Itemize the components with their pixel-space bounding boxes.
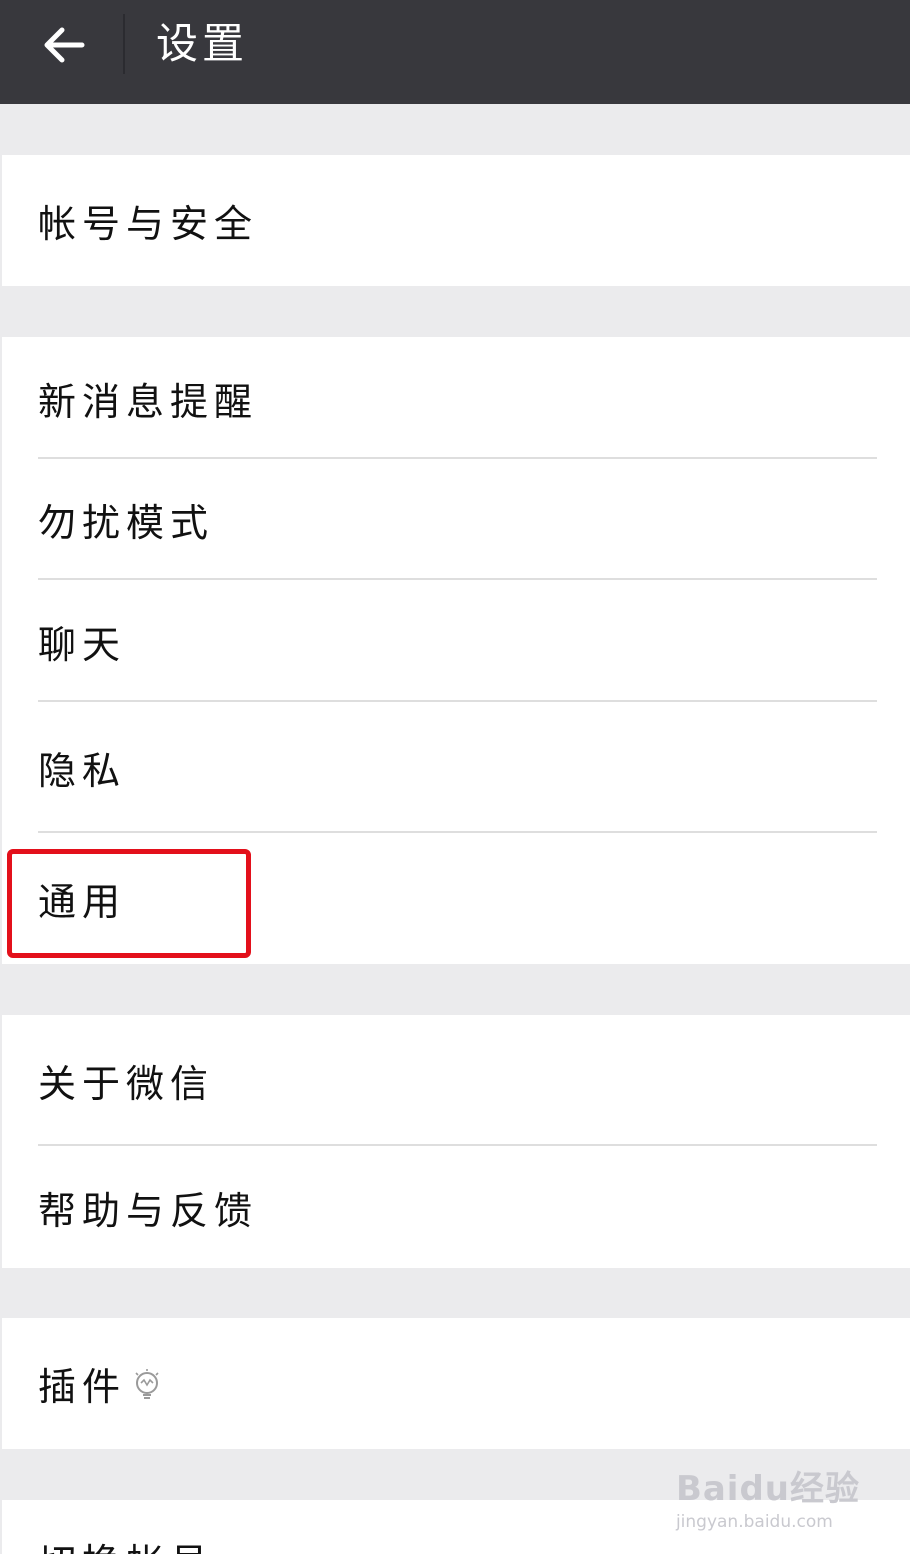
settings-item-label: 隐私 [38,749,127,793]
back-button[interactable] [24,10,104,80]
settings-item-do-not-disturb[interactable]: 勿扰模式 [2,459,910,580]
settings-item-label: 勿扰模式 [38,501,215,545]
settings-item-label: 新消息提醒 [38,379,259,424]
settings-item-account-security[interactable]: 帐号与安全 [2,155,910,286]
top-app-bar: 设置 [0,0,910,104]
settings-item-general[interactable]: 通用 [2,833,910,964]
settings-item-switch-account[interactable]: 切换帐号 [2,1500,910,1554]
settings-item-plugins[interactable]: 插件 [2,1318,910,1449]
settings-item-about-wechat[interactable]: 关于微信 [2,1015,910,1146]
header-divider [123,14,125,74]
lightbulb-icon [135,1368,159,1399]
settings-group-account: 帐号与安全 [2,155,910,286]
settings-group-general: 新消息提醒 勿扰模式 聊天 隐私 通用 [2,337,910,964]
arrow-left-icon [44,27,85,63]
settings-group-plugins: 插件 [2,1318,910,1449]
settings-item-help-feedback[interactable]: 帮助与反馈 [2,1146,910,1268]
settings-item-privacy[interactable]: 隐私 [2,702,910,833]
settings-item-chat[interactable]: 聊天 [2,580,910,702]
settings-item-label: 帮助与反馈 [38,1188,259,1233]
settings-item-label: 帐号与安全 [38,202,259,246]
settings-item-label: 切换帐号 [38,1532,214,1554]
settings-item-label: 关于微信 [38,1062,215,1106]
settings-item-notifications[interactable]: 新消息提醒 [2,337,910,459]
settings-item-label: 通用 [38,880,127,924]
settings-group-about: 关于微信 帮助与反馈 [2,1015,910,1268]
settings-item-label: 插件 [38,1365,127,1409]
page-title: 设置 [156,19,249,68]
settings-item-label: 聊天 [38,622,127,667]
settings-group-switch: 切换帐号 [2,1500,910,1554]
